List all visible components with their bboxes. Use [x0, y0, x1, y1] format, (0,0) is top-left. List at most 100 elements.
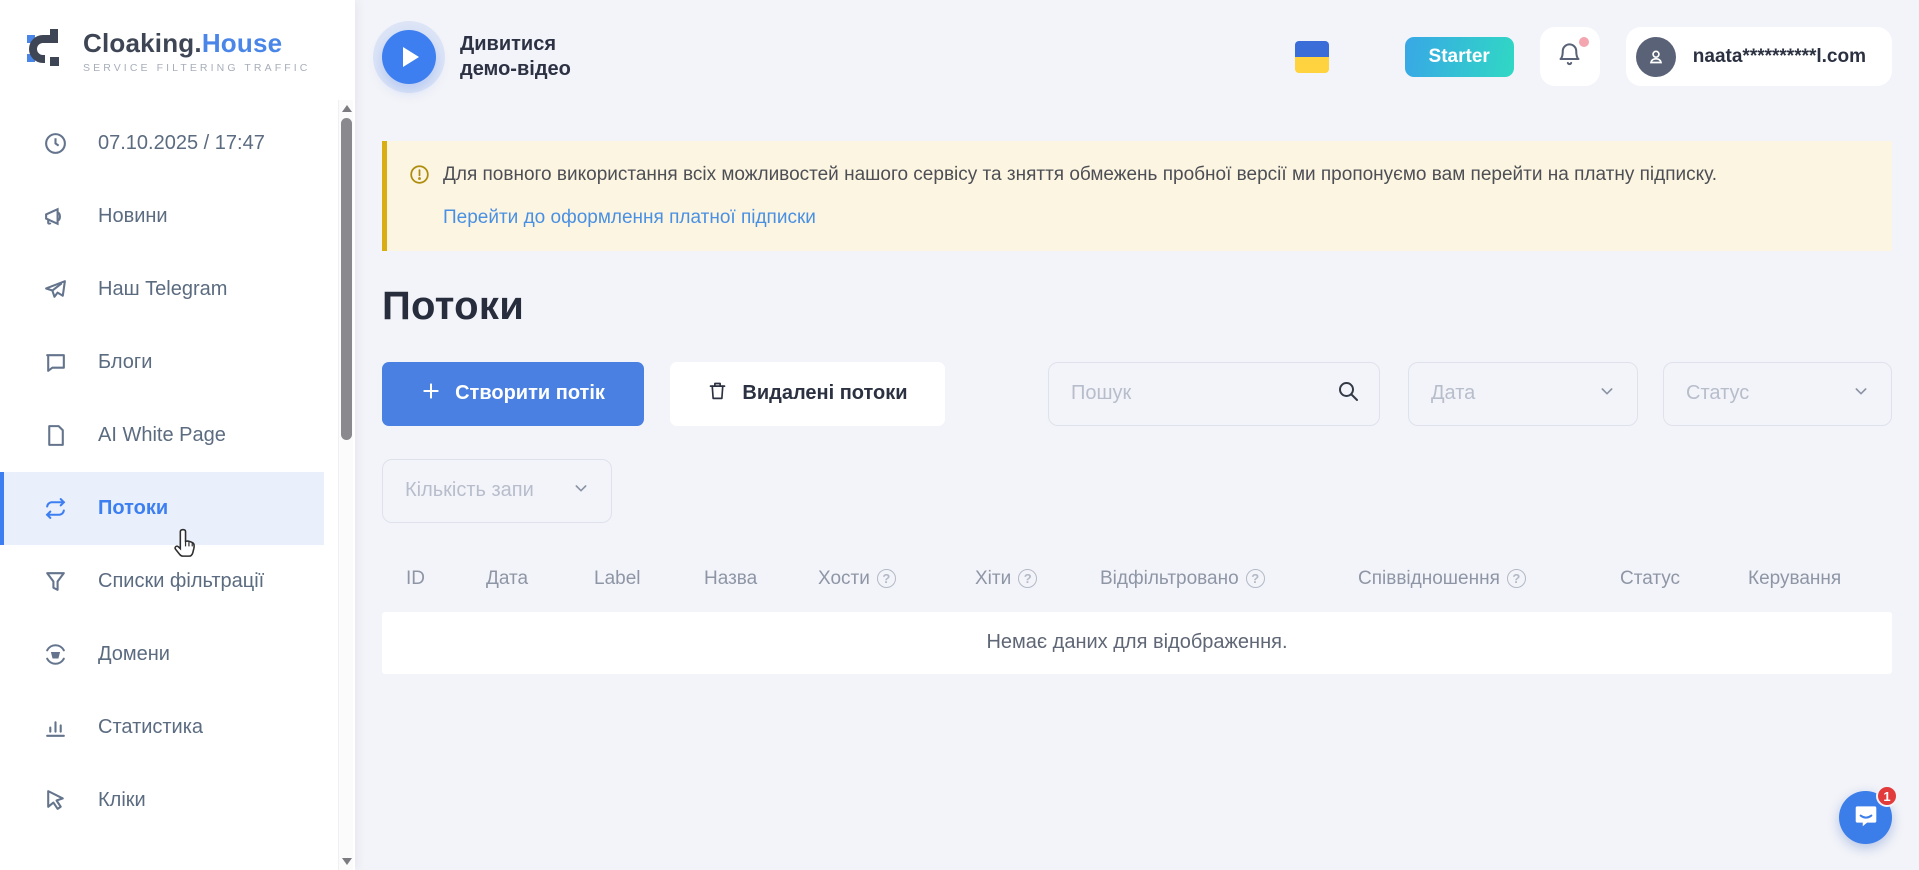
chat-bubble-icon [42, 350, 68, 376]
column-header-hosts: Хости? [818, 568, 975, 590]
sidebar-item-ai-white-page[interactable]: AI White Page [0, 399, 324, 472]
telegram-icon [42, 277, 68, 303]
funnel-icon [42, 569, 68, 595]
megaphone-icon [42, 204, 68, 230]
bar-chart-icon [42, 715, 68, 741]
trial-warning-banner: Для повного використання всіх можливосте… [382, 141, 1892, 251]
sidebar-item-label: Списки фільтрації [98, 570, 264, 593]
logo-subtitle: SERVICE FILTERING TRAFFIC [83, 62, 310, 74]
page-title: Потоки [382, 284, 1892, 329]
sidebar-item-clicks[interactable]: Кліки [0, 764, 324, 837]
deleted-streams-button[interactable]: Видалені потоки [670, 362, 945, 426]
sidebar-item-label: Блоги [98, 351, 152, 374]
sidebar-item-blogs[interactable]: Блоги [0, 326, 324, 399]
scrollbar-up-arrow[interactable] [342, 105, 352, 112]
sidebar-menu: 07.10.2025 / 17:47 Новини Наш Telegram Б… [0, 107, 324, 837]
bell-icon [1556, 41, 1583, 73]
sidebar-item-label: Потоки [98, 497, 168, 520]
page-icon [42, 423, 68, 449]
search-input[interactable] [1071, 382, 1336, 405]
sidebar-item-statistics[interactable]: Статистика [0, 691, 324, 764]
sidebar-item-label: Кліки [98, 789, 146, 812]
content: Для повного використання всіх можливосте… [355, 113, 1919, 674]
logo-icon [25, 26, 69, 75]
svg-text:w: w [51, 650, 59, 660]
topbar: Дивитися демо-відео Starter [355, 0, 1919, 113]
help-icon[interactable]: ? [1246, 569, 1265, 588]
cursor-icon [42, 788, 68, 814]
sidebar-item-label: 07.10.2025 / 17:47 [98, 132, 265, 155]
sidebar-item-news[interactable]: Новини [0, 180, 324, 253]
help-icon[interactable]: ? [877, 569, 896, 588]
scrollbar-thumb[interactable] [341, 118, 352, 440]
help-icon[interactable]: ? [1507, 569, 1526, 588]
language-flag-ukraine[interactable] [1295, 41, 1329, 73]
table-empty-state: Немає даних для відображення. [382, 612, 1892, 674]
sidebar-item-datetime: 07.10.2025 / 17:47 [0, 107, 324, 180]
trash-icon [707, 380, 728, 407]
sidebar-item-filter-lists[interactable]: Списки фільтрації [0, 545, 324, 618]
chat-smile-icon [1853, 802, 1879, 833]
column-header-ratio: Співвідношення? [1358, 568, 1620, 590]
logo-text: Cloaking.House SERVICE FILTERING TRAFFIC [83, 28, 310, 74]
domain-icon: w [42, 642, 68, 668]
per-page-select[interactable]: Кількість запи [382, 459, 612, 523]
search-icon[interactable] [1336, 379, 1360, 408]
banner-body: Для повного використання всіх можливосте… [443, 162, 1717, 229]
logo[interactable]: Cloaking.House SERVICE FILTERING TRAFFIC [0, 0, 355, 75]
demo-video-label[interactable]: Дивитися демо-відео [460, 32, 571, 82]
sidebar-item-label: Статистика [98, 716, 203, 739]
column-header-actions: Керування [1748, 568, 1892, 590]
column-header-status: Статус [1620, 568, 1748, 590]
date-filter-select[interactable]: Дата [1408, 362, 1638, 426]
avatar [1636, 37, 1676, 77]
plan-badge-starter[interactable]: Starter [1405, 37, 1514, 77]
banner-text: Для повного використання всіх можливосте… [443, 162, 1717, 189]
column-header-hits: Хіти? [975, 568, 1100, 590]
play-demo-button[interactable] [382, 30, 436, 84]
search-box [1048, 362, 1380, 426]
column-header-id: ID [406, 568, 486, 590]
column-header-label: Label [594, 568, 704, 590]
flag-yellow-stripe [1295, 57, 1329, 73]
chat-unread-badge: 1 [1876, 785, 1898, 807]
clock-icon [42, 131, 68, 157]
notification-dot [1579, 37, 1589, 47]
warning-icon [409, 164, 430, 190]
sidebar-item-telegram[interactable]: Наш Telegram [0, 253, 324, 326]
column-header-date: Дата [486, 568, 594, 590]
logo-title: Cloaking.House [83, 28, 310, 59]
sidebar-item-label: Новини [98, 205, 168, 228]
toolbar-secondary: Кількість запи [382, 459, 1892, 523]
app-root: Cloaking.House SERVICE FILTERING TRAFFIC… [0, 0, 1919, 870]
sidebar-item-label: Домени [98, 643, 170, 666]
sidebar-item-label: Наш Telegram [98, 278, 227, 301]
table-header-row: ID Дата Label Назва Хости? Хіти? Відфіль… [382, 568, 1892, 590]
plus-icon [421, 381, 441, 407]
sidebar-item-domains[interactable]: w Домени [0, 618, 324, 691]
chat-widget-button[interactable]: 1 [1839, 791, 1892, 844]
scrollbar-down-arrow[interactable] [342, 858, 352, 865]
main-area: Дивитися демо-відео Starter [355, 0, 1919, 870]
flag-blue-stripe [1295, 41, 1329, 57]
chevron-down-icon [1599, 382, 1615, 405]
sidebar: Cloaking.House SERVICE FILTERING TRAFFIC… [0, 0, 355, 870]
chevron-down-icon [1853, 382, 1869, 405]
upgrade-subscription-link[interactable]: Перейти до оформлення платної підписки [443, 207, 816, 229]
column-header-filtered: Відфільтровано? [1100, 568, 1358, 590]
create-stream-button[interactable]: Створити потік [382, 362, 644, 426]
notifications-button[interactable] [1540, 27, 1600, 86]
play-icon [403, 47, 419, 67]
sidebar-item-label: AI White Page [98, 424, 226, 447]
sidebar-scrollbar[interactable] [338, 100, 353, 870]
help-icon[interactable]: ? [1018, 569, 1037, 588]
status-filter-select[interactable]: Статус [1663, 362, 1892, 426]
sidebar-item-streams[interactable]: Потоки [0, 472, 324, 545]
toolbar: Створити потік Видалені потоки Дата [382, 362, 1892, 426]
chevron-down-icon [573, 479, 589, 502]
user-email: naata**********l.com [1693, 46, 1866, 68]
column-header-name: Назва [704, 568, 818, 590]
sync-icon [42, 496, 68, 522]
user-account-button[interactable]: naata**********l.com [1626, 27, 1892, 86]
topbar-right: Starter naata**********l.c [1295, 27, 1892, 86]
